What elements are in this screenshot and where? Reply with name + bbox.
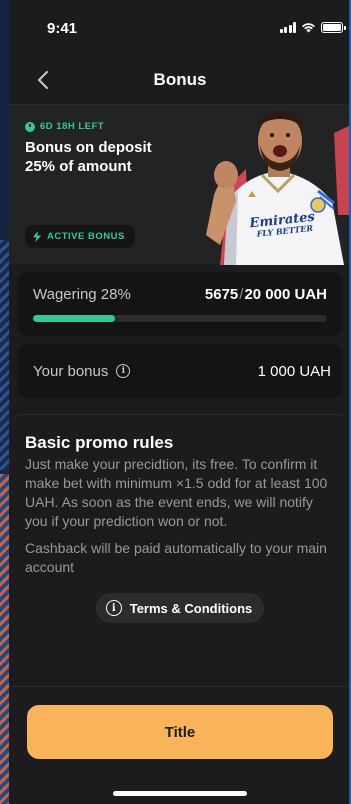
wagering-total: 20 000 UAH: [244, 286, 327, 303]
terms-conditions-label: Terms & Conditions: [129, 600, 253, 616]
your-bonus-label-wrap: Your bonus i: [33, 362, 131, 380]
hero-title-line2: 25% of amount: [25, 158, 132, 175]
signal-icon: [279, 22, 296, 33]
timer-text: 6D 18H LEFT: [40, 121, 105, 132]
wagering-row: Wagering 28% 5675/20 000 UAH: [33, 286, 327, 303]
promo-rules-section: Basic promo rules Just make your precidt…: [9, 414, 351, 668]
your-bonus-label: Your bonus: [33, 362, 109, 380]
terms-conditions-button[interactable]: i Terms & Conditions: [95, 593, 265, 623]
active-bonus-badge: ACTIVE BONUS: [25, 225, 135, 248]
your-bonus-card: Your bonus i 1 000 UAH: [17, 344, 343, 398]
status-icons: [279, 22, 346, 33]
wagering-progress-bar: [33, 315, 327, 322]
footer: Title: [9, 686, 351, 804]
player-image: Emirates FLY BETTER: [206, 105, 351, 265]
terms-wrap: i Terms & Conditions: [25, 593, 335, 623]
status-time: 9:41: [47, 20, 78, 37]
info-icon: i: [105, 600, 122, 616]
wagering-progress-fill: [33, 315, 116, 322]
promo-rules-cashback-text: Cashback will be paid automatically to y…: [25, 540, 327, 575]
hero-title: Bonus on deposit 25% of amount: [25, 138, 195, 176]
your-bonus-value: 1 000 UAH: [257, 362, 331, 380]
back-button[interactable]: [29, 66, 57, 94]
promo-rules-title: Basic promo rules: [25, 433, 174, 452]
timer: 6D 18H LEFT: [25, 121, 195, 132]
promo-rules-text: Just make your precidtion, its free. To …: [25, 456, 328, 529]
wagering-separator: /: [239, 286, 244, 303]
wagering-label: Wagering 28%: [33, 286, 131, 303]
primary-cta-button[interactable]: Title: [27, 705, 333, 759]
phone-screen: 9:41 Bonus 6D 18H LEFT Bonus on deposit …: [9, 0, 351, 804]
active-bonus-label: ACTIVE BONUS: [47, 231, 125, 242]
lightning-icon: [33, 231, 41, 242]
home-indicator: [113, 791, 247, 796]
wagering-current: 5675: [204, 286, 239, 303]
wagering-card: Wagering 28% 5675/20 000 UAH: [17, 272, 343, 336]
nav-bar: Bonus: [9, 56, 351, 104]
bonus-hero: 6D 18H LEFT Bonus on deposit 25% of amou…: [9, 104, 351, 265]
page-title: Bonus: [153, 70, 207, 89]
chevron-left-icon: [38, 71, 48, 89]
battery-icon: [321, 22, 346, 33]
wagering-value: 5675/20 000 UAH: [205, 286, 327, 303]
info-icon[interactable]: i: [116, 364, 131, 378]
hero-text: 6D 18H LEFT Bonus on deposit 25% of amou…: [25, 121, 195, 176]
status-bar: 9:41: [9, 0, 351, 56]
wifi-icon: [302, 23, 315, 33]
clock-icon: [25, 121, 35, 132]
hero-title-line1: Bonus on deposit: [25, 139, 152, 156]
player-illustration: [206, 111, 351, 265]
